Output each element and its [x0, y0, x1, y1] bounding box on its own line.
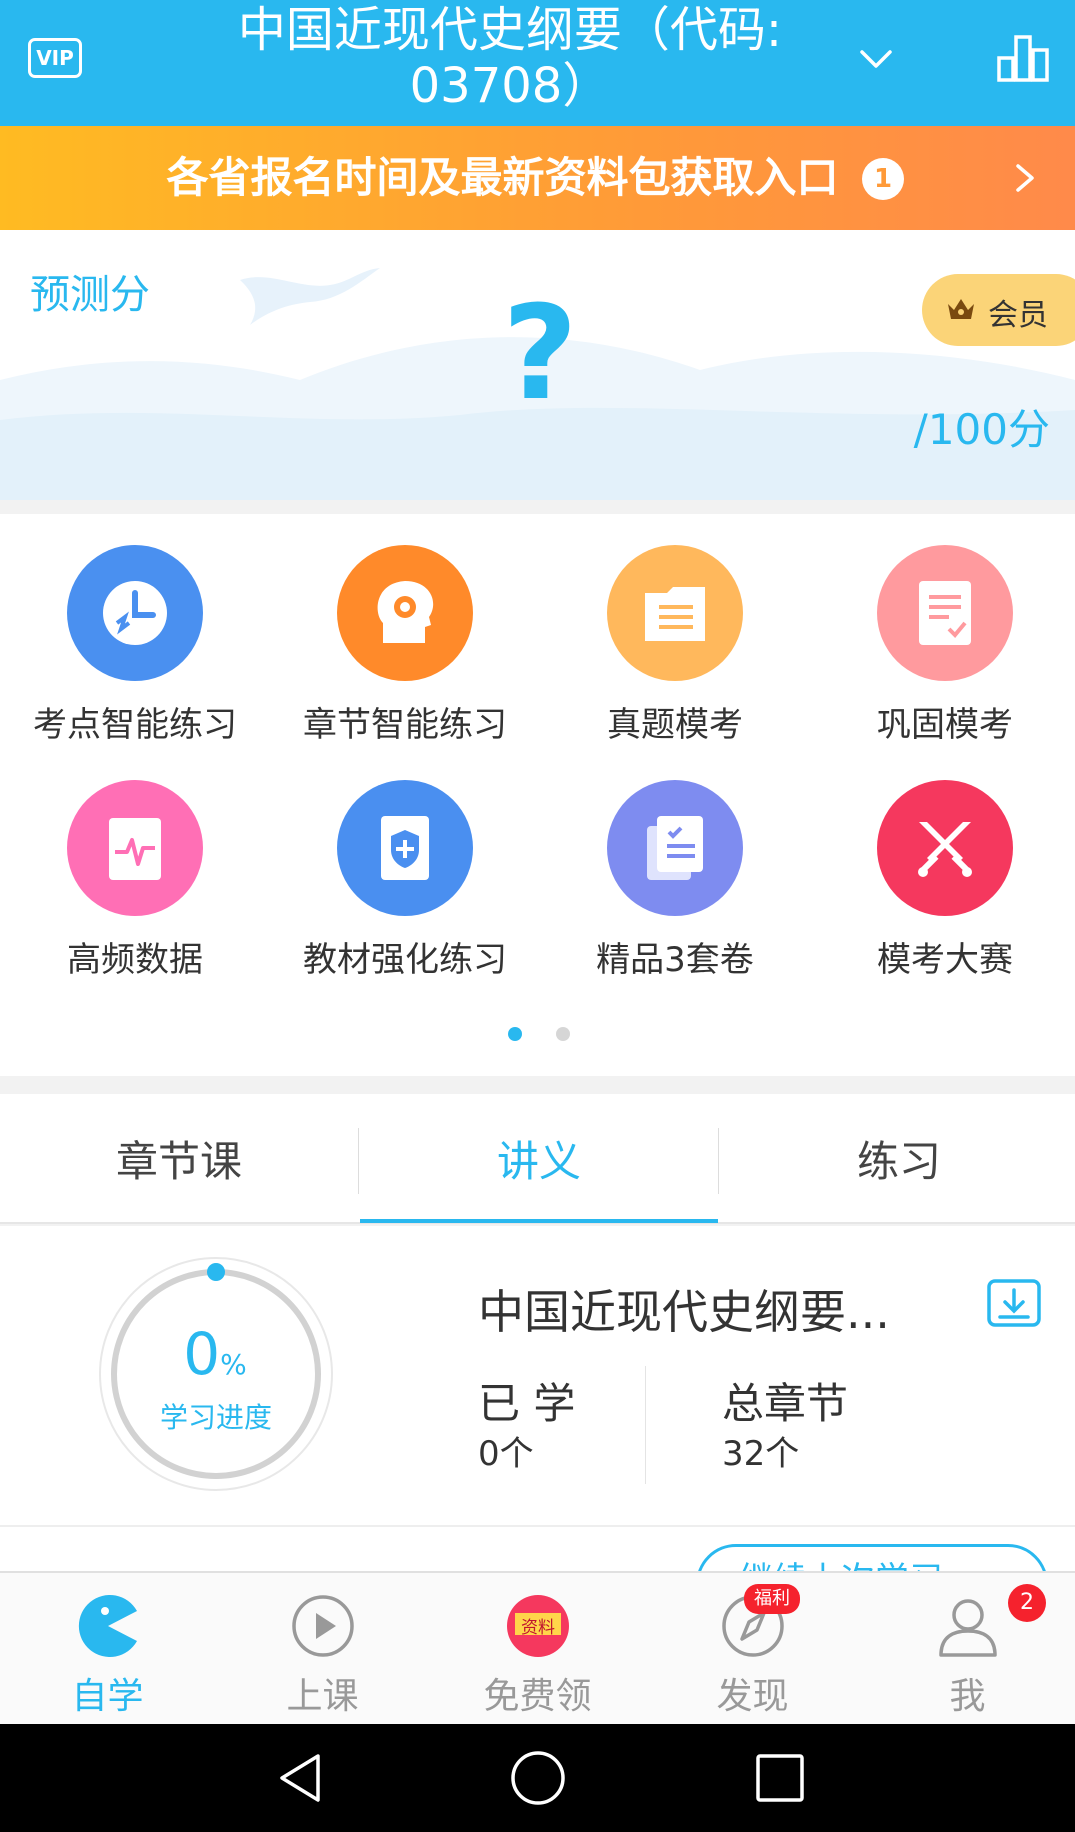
member-label: 会员 — [988, 298, 1048, 333]
nav-label: 发现 — [716, 1676, 789, 1717]
crossed-swords-icon — [877, 780, 1013, 916]
chevron-right-icon[interactable] — [1010, 158, 1040, 198]
grid-item-gaopin[interactable]: 高频数据 — [0, 780, 270, 980]
back-icon[interactable] — [270, 1748, 330, 1808]
progress-percent-value: 0 — [183, 1320, 221, 1388]
learned-label: 已 学 — [478, 1379, 576, 1428]
nav-label: 免费领 — [483, 1676, 592, 1717]
clock-icon — [67, 545, 203, 681]
notification-badge: 2 — [1008, 1584, 1046, 1622]
fuli-badge: 福利 — [744, 1584, 800, 1614]
learned-value: 0个 — [478, 1434, 534, 1474]
ziliao-tag: 资料 — [521, 1618, 555, 1638]
tab-divider — [718, 1128, 719, 1194]
grid-item-label: 章节智能练习 — [303, 705, 507, 745]
predict-score-label: 预测分 — [30, 272, 150, 318]
play-circle-icon — [292, 1595, 354, 1657]
papers-icon — [607, 780, 743, 916]
chevron-down-icon[interactable] — [858, 40, 894, 76]
continue-study-button[interactable]: 继续上次学习 — [696, 1544, 1048, 1571]
nav-item-shangke[interactable]: 上课 — [215, 1571, 430, 1724]
grid-item-label: 高频数据 — [67, 940, 203, 980]
grid-item-label: 巩固模考 — [877, 705, 1013, 745]
page-dot-active[interactable] — [508, 1027, 522, 1041]
download-icon[interactable] — [986, 1278, 1042, 1328]
handout-title[interactable]: 中国近现代史纲要... — [478, 1276, 918, 1342]
shield-book-icon — [337, 780, 473, 916]
tab-lianxi[interactable]: 练习 — [720, 1094, 1075, 1222]
promo-banner-badge: 1 — [862, 158, 904, 200]
course-title-line1: 中国近现代史纲要（代码: — [237, 2, 783, 58]
nav-item-mianfeiling[interactable]: 资料 免费领 — [430, 1571, 645, 1724]
total-chapters-value: 32个 — [722, 1434, 800, 1474]
tab-zhangjieke[interactable]: 章节课 — [0, 1094, 358, 1222]
nav-label: 我 — [949, 1676, 986, 1717]
home-icon[interactable] — [508, 1748, 568, 1808]
total-chapters-label: 总章节 — [722, 1379, 849, 1428]
head-gear-icon — [337, 545, 473, 681]
promo-banner-text: 各省报名时间及最新资料包获取入口 — [166, 153, 839, 202]
stat-divider — [645, 1366, 646, 1484]
tab-active-indicator — [360, 1219, 718, 1223]
grid-item-label: 模考大赛 — [877, 940, 1013, 980]
score-max: /100分 — [913, 405, 1050, 454]
pacman-icon — [78, 1595, 137, 1657]
folder-icon — [607, 545, 743, 681]
grid-item-kaodian[interactable]: 考点智能练习 — [0, 545, 270, 745]
predict-score-value: ? — [502, 277, 578, 429]
course-title-line2: 03708） — [409, 58, 611, 114]
grid-item-label: 精品3套卷 — [596, 940, 754, 980]
tab-divider — [358, 1128, 359, 1194]
course-title-selector[interactable]: 中国近现代史纲要（代码: 03708） — [170, 0, 850, 116]
grid-item-mokao-dasai[interactable]: 模考大赛 — [810, 780, 1075, 980]
vip-icon[interactable]: VIP — [28, 38, 82, 78]
bar-chart-icon[interactable] — [996, 34, 1050, 82]
crown-icon — [948, 299, 974, 319]
nav-item-zixue[interactable]: 自学 — [0, 1571, 215, 1724]
nav-label: 自学 — [71, 1676, 144, 1717]
nav-label: 上课 — [286, 1676, 359, 1717]
progress-percent: 0% — [150, 1320, 280, 1388]
recents-icon[interactable] — [750, 1748, 810, 1808]
user-icon — [939, 1599, 997, 1657]
progress-label: 学习进度 — [159, 1401, 272, 1434]
page-dot[interactable] — [556, 1027, 570, 1041]
grid-item-label: 考点智能练习 — [33, 705, 237, 745]
grid-item-label: 教材强化练习 — [303, 940, 507, 980]
grid-item-zhenti[interactable]: 真题模考 — [540, 545, 810, 745]
pulse-chart-icon — [67, 780, 203, 916]
grid-item-gonggu[interactable]: 巩固模考 — [810, 545, 1075, 745]
progress-percent-sign: % — [220, 1348, 247, 1381]
checklist-icon — [877, 545, 1013, 681]
grid-item-jingpin[interactable]: 精品3套卷 — [540, 780, 810, 980]
grid-item-zhangjie[interactable]: 章节智能练习 — [270, 545, 540, 745]
grid-item-jiaocai[interactable]: 教材强化练习 — [270, 780, 540, 980]
grid-item-label: 真题模考 — [607, 705, 743, 745]
continue-row: 继续上次学习 — [0, 1527, 1075, 1571]
tab-jiangyi[interactable]: 讲义 — [360, 1094, 718, 1222]
